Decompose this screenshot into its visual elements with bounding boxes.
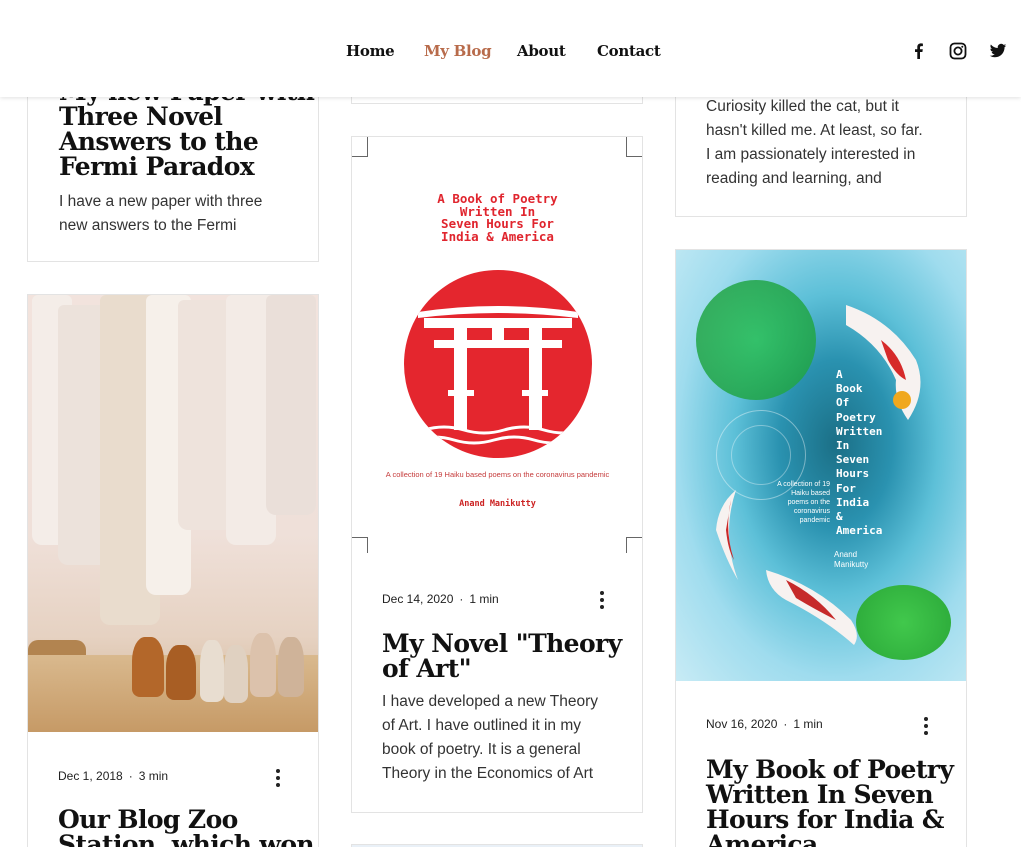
nav-contact[interactable]: Contact <box>597 42 667 60</box>
nav-about[interactable]: About <box>517 42 577 60</box>
post-card-poetry-book[interactable]: A Book Of Poetry Written In Seven Hours … <box>675 249 967 847</box>
post-title[interactable]: Our Blog Zoo Station, which won <box>58 807 318 847</box>
facebook-icon[interactable] <box>910 42 928 60</box>
post-read-time: 1 min <box>793 717 823 731</box>
post-cover-image[interactable] <box>28 295 318 732</box>
post-card-theory-of-art[interactable]: A Book of Poetry Written In Seven Hours … <box>351 136 643 813</box>
site-header: Home My Blog About Contact <box>0 0 1021 97</box>
more-options-icon[interactable] <box>276 769 280 787</box>
more-options-icon[interactable] <box>600 591 604 609</box>
post-title[interactable]: My Novel "Theory of Art" <box>382 631 642 681</box>
nav-my-blog[interactable]: My Blog <box>424 42 494 60</box>
post-date: Nov 16, 2020 <box>706 717 778 731</box>
post-date: Dec 14, 2020 <box>382 592 454 606</box>
post-cover-image[interactable]: A Book of Poetry Written In Seven Hours … <box>352 137 642 557</box>
cover-title: A Book Of Poetry Written In Seven Hours … <box>836 368 883 538</box>
cover-author: Anand Manikutty <box>834 550 869 569</box>
post-excerpt: Curiosity killed the cat, but it hasn't … <box>706 98 923 187</box>
post-card-zoo[interactable]: Dec 1, 2018 · 3 min Our Blog Zoo Station… <box>27 294 319 847</box>
post-title[interactable]: My Book of Poetry Written In Seven Hours… <box>706 757 966 847</box>
cover-author: Anand Manikutty <box>459 499 536 509</box>
cover-title: A Book of Poetry Written In Seven Hours … <box>437 191 558 244</box>
cover-subtitle: A collection of 19 Haiku based poems on … <box>385 470 610 479</box>
post-read-time: 1 min <box>469 592 499 606</box>
koi-fish-icon <box>716 305 921 645</box>
instagram-icon[interactable] <box>949 42 967 60</box>
post-read-time: 3 min <box>138 769 169 783</box>
post-cover-image[interactable]: A Book Of Poetry Written In Seven Hours … <box>676 250 966 681</box>
twitter-icon[interactable] <box>989 42 1007 60</box>
torii-gate-icon <box>404 270 592 458</box>
post-meta: Dec 14, 2020 · 1 min <box>382 592 499 606</box>
post-meta: Dec 1, 2018 · 3 min <box>58 769 169 783</box>
post-excerpt: I have a new paper with three new answer… <box>59 193 263 234</box>
post-date: Dec 1, 2018 <box>58 769 123 783</box>
nav-home[interactable]: Home <box>346 42 406 60</box>
more-options-icon[interactable] <box>924 717 928 735</box>
post-excerpt: I have developed a new Theory of Art. I … <box>382 693 599 782</box>
post-meta: Nov 16, 2020 · 1 min <box>706 717 823 731</box>
cover-subtitle: A collection of 19 Haiku based poems on … <box>777 481 830 524</box>
